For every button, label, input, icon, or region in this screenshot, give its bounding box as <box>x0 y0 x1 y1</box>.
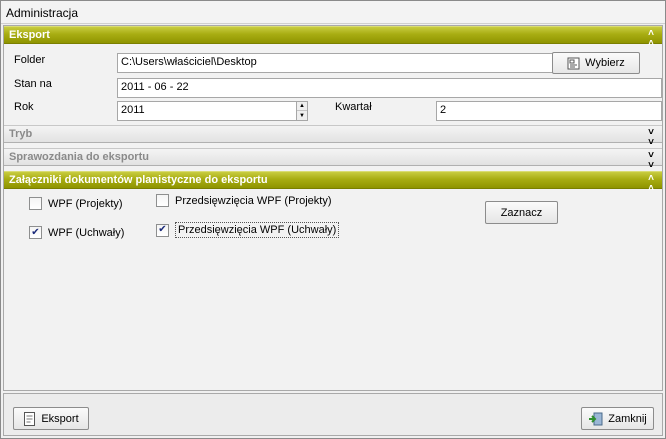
checkbox-przedsiewziecia-projekty[interactable]: Przedsięwzięcia WPF (Projekty) <box>156 194 331 207</box>
checkbox-box[interactable] <box>29 197 42 210</box>
rok-spinner[interactable]: ▲ ▼ <box>296 101 308 121</box>
section-header-tryb[interactable]: Tryb ˅ ˅ <box>4 125 662 148</box>
section-title-sprawozdania: Sprawozdania do eksportu <box>9 151 149 163</box>
rok-input[interactable]: 2011 <box>117 101 297 121</box>
double-chevron-down-icon[interactable]: ˅ ˅ <box>648 151 654 171</box>
section-header-eksport[interactable]: Eksport ˄ ˄ <box>4 26 662 49</box>
exit-door-icon <box>589 412 603 425</box>
spinner-down-icon[interactable]: ▼ <box>297 111 307 120</box>
administracja-window: Administracja Eksport ˄ ˄ Folder C:\Users… <box>0 0 666 439</box>
double-chevron-up-icon[interactable]: ˄ ˄ <box>648 174 654 194</box>
double-chevron-up-icon[interactable]: ˄ ˄ <box>648 29 654 49</box>
section-header-zalaczniki[interactable]: Załączniki dokumentów planistyczne do ek… <box>4 171 662 194</box>
window-title: Administracja <box>1 1 665 24</box>
export-document-icon <box>24 411 36 426</box>
rok-label: Rok <box>14 101 34 113</box>
section-title-tryb: Tryb <box>9 128 33 140</box>
footer-bar: Eksport Zamknij <box>3 393 663 436</box>
checkbox-label: Przedsięwzięcia WPF (Uchwały) <box>175 222 340 238</box>
checkbox-label: WPF (Uchwały) <box>48 226 125 239</box>
checkbox-box[interactable] <box>156 194 169 207</box>
folder-browse-icon <box>567 57 580 69</box>
zaznacz-button[interactable]: Zaznacz <box>485 201 558 224</box>
folder-label: Folder <box>14 54 46 66</box>
wybierz-button[interactable]: Wybierz <box>552 52 640 74</box>
kwartal-label: Kwartał <box>335 101 372 113</box>
checkbox-wpf-projekty[interactable]: WPF (Projekty) <box>29 197 123 210</box>
checkbox-wpf-uchwaly[interactable]: ✔ WPF (Uchwały) <box>29 226 124 239</box>
section-title-eksport: Eksport <box>9 29 50 41</box>
zaznacz-button-label: Zaznacz <box>500 206 543 219</box>
checkbox-przedsiewziecia-uchwaly[interactable]: ✔ Przedsięwzięcia WPF (Uchwały) <box>156 222 340 238</box>
zamknij-button-label: Zamknij <box>608 412 647 425</box>
spinner-up-icon[interactable]: ▲ <box>297 102 307 111</box>
checkbox-box-checked[interactable]: ✔ <box>29 226 42 239</box>
section-header-sprawozdania[interactable]: Sprawozdania do eksportu ˅ ˅ <box>4 148 662 171</box>
eksport-button-label: Eksport <box>41 412 79 425</box>
zamknij-button[interactable]: Zamknij <box>581 407 654 430</box>
wybierz-button-label: Wybierz <box>585 57 625 69</box>
eksport-button[interactable]: Eksport <box>13 407 89 430</box>
stan-na-label: Stan na <box>14 78 52 90</box>
double-chevron-down-icon[interactable]: ˅ ˅ <box>648 128 654 148</box>
checkbox-label: WPF (Projekty) <box>48 197 123 210</box>
checkbox-box-checked[interactable]: ✔ <box>156 223 169 237</box>
kwartal-input[interactable]: 2 <box>436 101 662 121</box>
section-title-zalaczniki: Załączniki dokumentów planistyczne do ek… <box>9 174 268 186</box>
folder-input[interactable]: C:\Users\właściciel\Desktop <box>117 53 553 73</box>
sections-panel: Eksport ˄ ˄ Folder C:\Users\właściciel\De… <box>3 25 663 391</box>
checkbox-label: Przedsięwzięcia WPF (Projekty) <box>175 194 332 207</box>
stan-na-date-input[interactable]: 2011 - 06 - 22 <box>117 78 662 98</box>
